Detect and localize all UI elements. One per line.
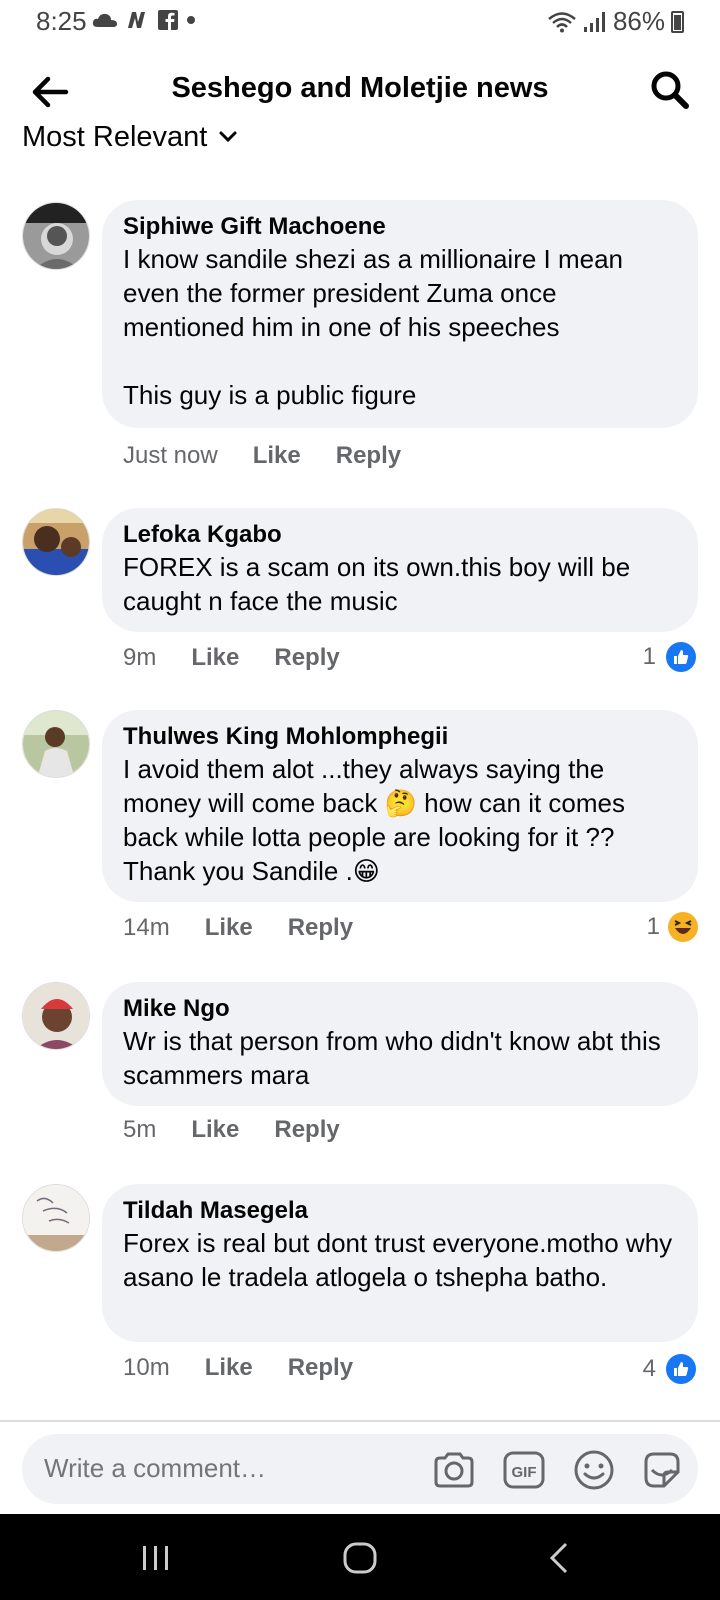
home-button[interactable]	[338, 1536, 382, 1580]
avatar[interactable]	[22, 1184, 90, 1252]
comment-text: Wr is that person from who didn't know a…	[123, 1026, 668, 1090]
avatar-image	[23, 711, 89, 777]
comment-actions: Just now Like Reply	[123, 442, 401, 470]
notification-icons	[92, 10, 196, 30]
signal-icon	[583, 11, 605, 32]
battery-icon	[671, 10, 684, 33]
cloud-icon	[92, 13, 117, 27]
comment-actions: 9m Like Reply	[123, 644, 340, 672]
reply-button[interactable]: Reply	[274, 1116, 339, 1144]
comment-actions: 10m Like Reply	[123, 1354, 353, 1382]
comment-author[interactable]: Mike Ngo	[123, 994, 678, 1024]
emoji-button[interactable]	[572, 1448, 616, 1492]
dot-icon	[187, 16, 195, 24]
comment-author[interactable]: Tildah Masegela	[123, 1196, 678, 1226]
like-reaction-icon	[664, 640, 698, 674]
like-button[interactable]: Like	[253, 442, 301, 470]
avatar[interactable]	[22, 982, 90, 1050]
reaction-count: 1	[646, 913, 660, 940]
system-navigation-bar	[0, 1514, 720, 1600]
comment-composer: GIF	[22, 1434, 698, 1504]
avatar-image	[23, 203, 89, 269]
comment-time[interactable]: Just now	[123, 442, 218, 470]
reply-button[interactable]: Reply	[288, 1354, 353, 1382]
camera-icon	[434, 1452, 474, 1488]
sticker-icon	[644, 1452, 680, 1488]
reply-button[interactable]: Reply	[274, 644, 339, 672]
comment-bubble[interactable]: Tildah Masegela Forex is real but dont t…	[102, 1184, 698, 1342]
comment-author[interactable]: Thulwes King Mohlomphegii	[123, 722, 678, 752]
reaction-count: 4	[642, 1355, 656, 1382]
search-button[interactable]	[648, 68, 692, 112]
comment-text: I avoid them alot ...they always saying …	[123, 754, 633, 886]
back-nav-button[interactable]	[538, 1536, 582, 1580]
avatar-image	[23, 509, 89, 575]
comment-text: I know sandile shezi as a millionaire I …	[123, 244, 624, 410]
reaction-count: 1	[642, 643, 656, 670]
reaction-summary[interactable]: 4	[643, 1352, 698, 1386]
comment-author[interactable]: Lefoka Kgabo	[123, 520, 678, 550]
home-icon	[343, 1542, 377, 1574]
avatar[interactable]	[22, 710, 90, 778]
back-chevron-icon	[549, 1542, 568, 1574]
haha-reaction-icon	[668, 912, 698, 942]
comment-time[interactable]: 14m	[123, 914, 170, 942]
status-time: 8:25	[36, 6, 87, 36]
top-app-bar: Seshego and Moletjie news	[0, 56, 720, 126]
comment-input[interactable]	[42, 1452, 406, 1485]
reaction-summary[interactable]: 1	[643, 640, 698, 674]
comment-bubble[interactable]: Siphiwe Gift Machoene I know sandile she…	[102, 200, 698, 428]
gif-icon: GIF	[503, 1451, 545, 1489]
recent-apps-button[interactable]	[134, 1536, 178, 1580]
comment-bubble[interactable]: Thulwes King Mohlomphegii I avoid them a…	[102, 710, 698, 902]
sort-dropdown[interactable]: Most Relevant	[22, 122, 237, 154]
reply-button[interactable]: Reply	[288, 914, 353, 942]
avatar-image	[23, 983, 89, 1049]
comment-time[interactable]: 5m	[123, 1116, 156, 1144]
smiley-icon	[574, 1450, 614, 1490]
camera-button[interactable]	[432, 1448, 476, 1492]
comment-time[interactable]: 9m	[123, 644, 156, 672]
like-button[interactable]: Like	[205, 914, 253, 942]
comment-time[interactable]: 10m	[123, 1354, 170, 1382]
recent-apps-icon	[143, 1546, 168, 1570]
comment-text: Forex is real but dont trust everyone.mo…	[123, 1228, 680, 1292]
page-title: Seshego and Moletjie news	[171, 72, 549, 104]
composer-divider	[0, 1420, 720, 1422]
comment-author[interactable]: Siphiwe Gift Machoene	[123, 212, 678, 242]
status-right: 86%	[547, 6, 684, 37]
battery-percent: 86%	[612, 6, 665, 36]
comment-bubble[interactable]: Mike Ngo Wr is that person from who didn…	[102, 982, 698, 1106]
facebook-icon	[158, 10, 178, 30]
status-bar: 8:25 86%	[0, 0, 720, 46]
svg-text:GIF: GIF	[512, 1464, 537, 1481]
comment-actions: 14m Like Reply	[123, 914, 353, 942]
comment-bubble[interactable]: Lefoka Kgabo FOREX is a scam on its own.…	[102, 508, 698, 632]
wifi-icon	[548, 11, 576, 32]
chevron-down-icon	[219, 131, 237, 143]
reaction-summary[interactable]: 1	[647, 912, 698, 942]
search-icon	[651, 71, 689, 109]
comment-actions: 5m Like Reply	[123, 1116, 340, 1144]
gif-button[interactable]: GIF	[502, 1448, 546, 1492]
app-notification-icon	[128, 12, 145, 28]
avatar[interactable]	[22, 202, 90, 270]
like-button[interactable]: Like	[205, 1354, 253, 1382]
like-reaction-icon	[664, 1352, 698, 1386]
sort-label: Most Relevant	[22, 122, 208, 153]
avatar[interactable]	[22, 508, 90, 576]
avatar-image	[23, 1185, 89, 1251]
like-button[interactable]: Like	[191, 644, 239, 672]
like-button[interactable]: Like	[191, 1116, 239, 1144]
sticker-button[interactable]	[640, 1448, 684, 1492]
reply-button[interactable]: Reply	[336, 442, 401, 470]
comment-text: FOREX is a scam on its own.this boy will…	[123, 552, 638, 616]
